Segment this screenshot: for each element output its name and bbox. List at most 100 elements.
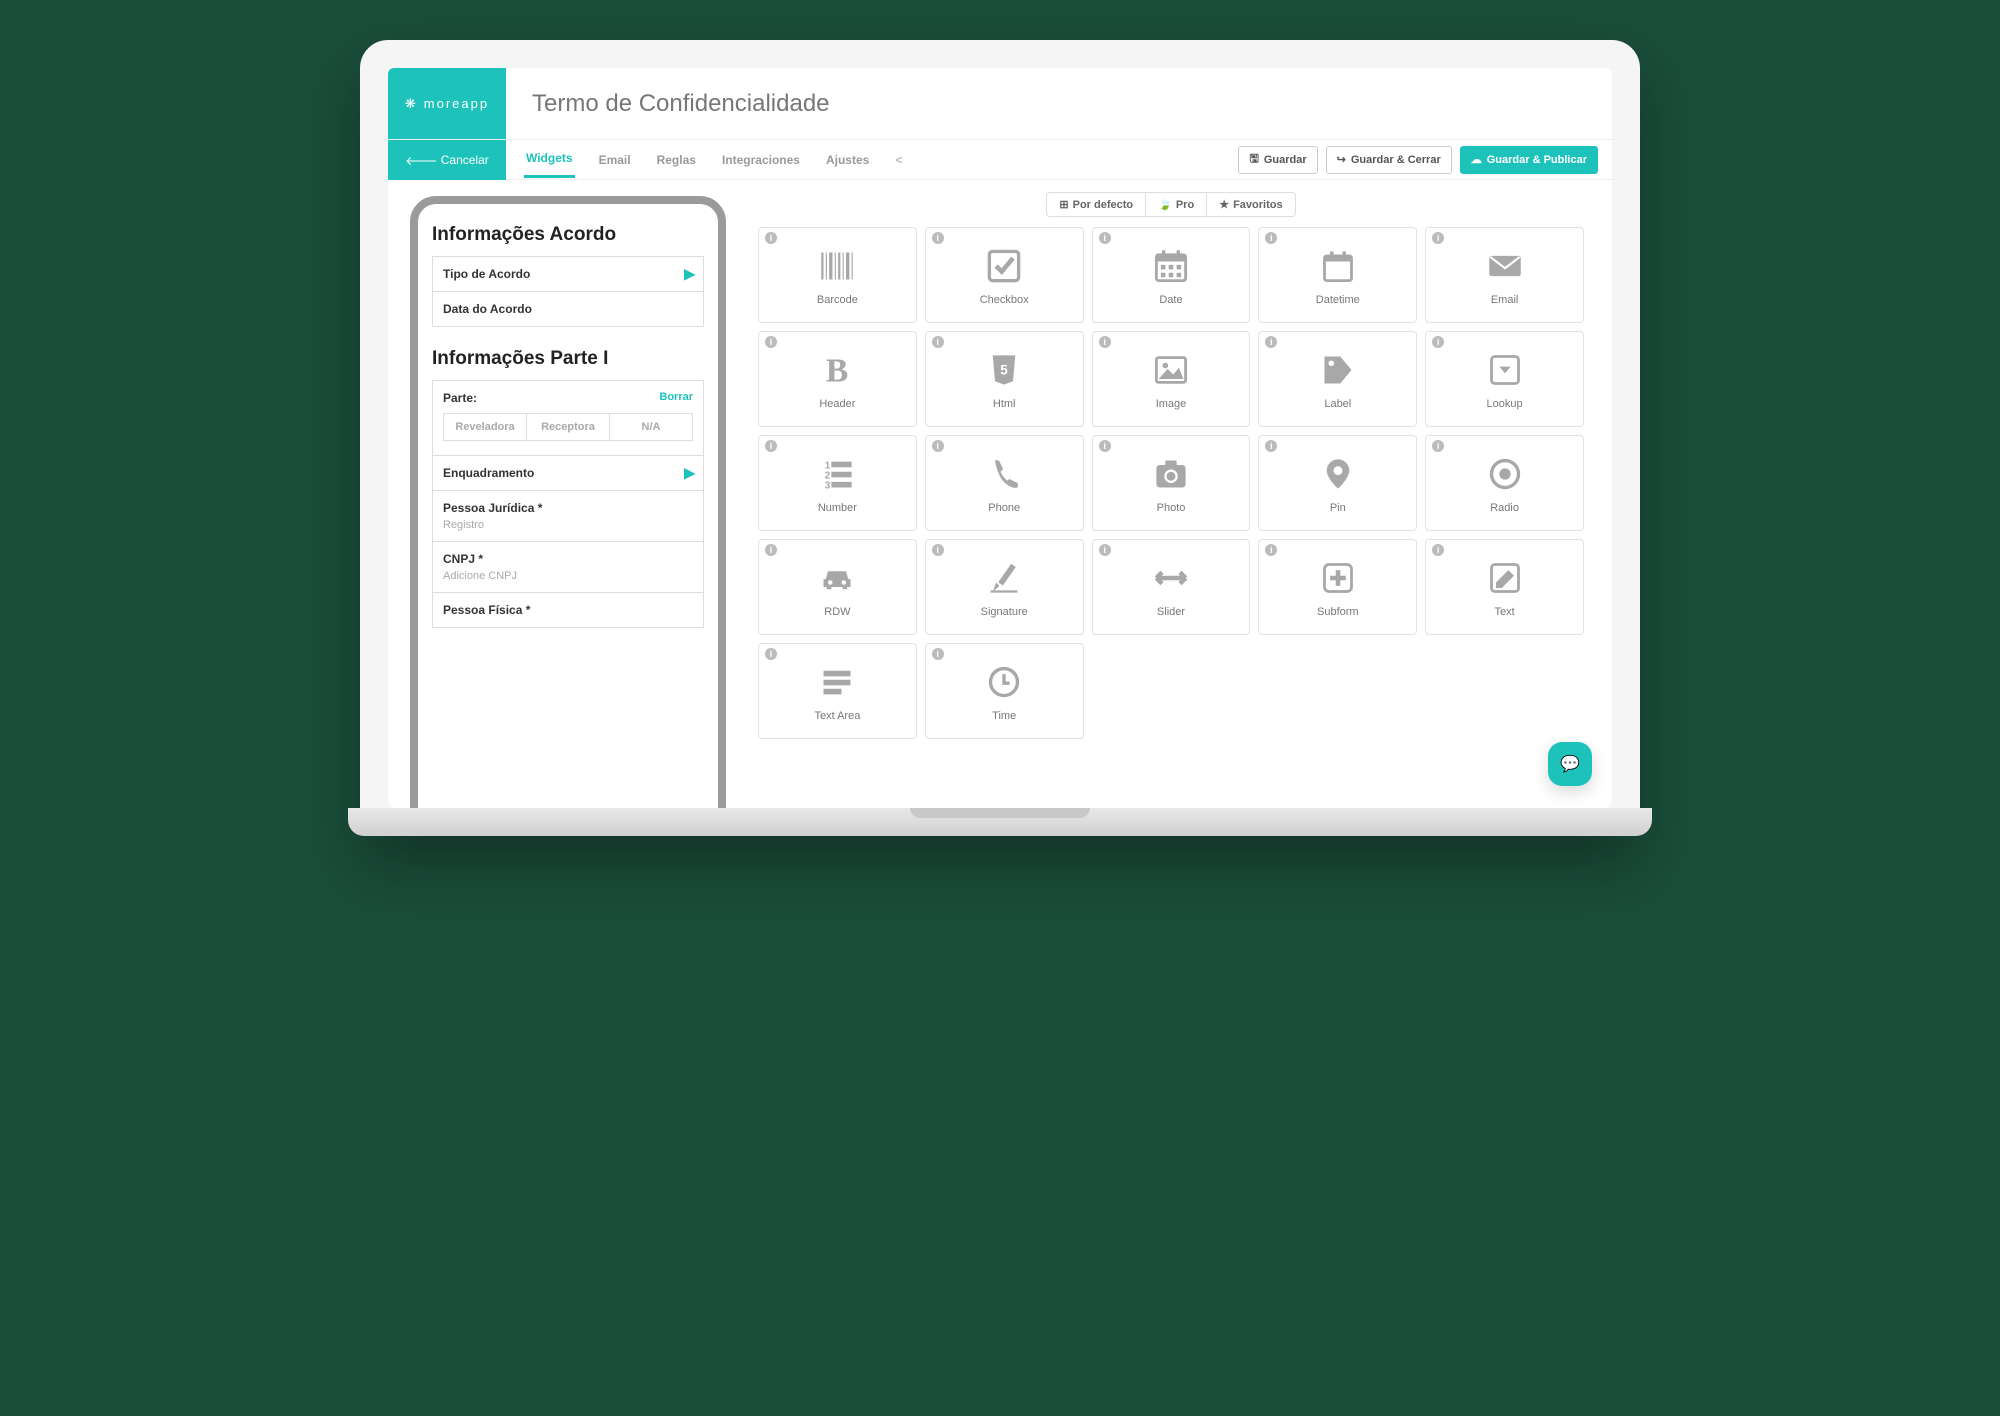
info-icon[interactable]: i: [1265, 544, 1277, 556]
widget-phone[interactable]: i Phone: [925, 435, 1084, 531]
widget-label: Text: [1495, 606, 1515, 618]
save-close-button[interactable]: ↪ Guardar & Cerrar: [1326, 146, 1452, 174]
cancel-button[interactable]: 🡐 Cancelar: [388, 140, 506, 180]
widget-label: Signature: [981, 606, 1028, 618]
widget-date[interactable]: i Date: [1092, 227, 1251, 323]
chevron-right-icon: ▶: [684, 266, 695, 283]
info-icon[interactable]: i: [1265, 336, 1277, 348]
save-button[interactable]: 🖫 Guardar: [1238, 146, 1317, 174]
filter-default[interactable]: ⊞ Por defecto: [1047, 193, 1146, 216]
info-icon[interactable]: i: [1099, 336, 1111, 348]
info-icon[interactable]: i: [1099, 440, 1111, 452]
brand-name: moreapp: [424, 96, 489, 111]
tab-widgets[interactable]: Widgets: [524, 141, 575, 178]
widget-subform[interactable]: i Subform: [1258, 539, 1417, 635]
info-icon[interactable]: i: [1265, 440, 1277, 452]
seg-na[interactable]: N/A: [610, 414, 692, 440]
tab-reglas[interactable]: Reglas: [655, 143, 698, 177]
dashboard-icon: ⊞: [1059, 198, 1068, 211]
info-icon[interactable]: i: [765, 648, 777, 660]
tab-email[interactable]: Email: [597, 143, 633, 177]
widget-textarea[interactable]: i Text Area: [758, 643, 917, 739]
widget-datetime[interactable]: i Datetime: [1258, 227, 1417, 323]
info-icon[interactable]: i: [765, 336, 777, 348]
field-pessoa-fisica-label: Pessoa Física *: [443, 603, 530, 617]
info-icon[interactable]: i: [1099, 232, 1111, 244]
text-icon: [1485, 556, 1525, 600]
widget-label: Image: [1156, 398, 1187, 410]
photo-icon: [1151, 452, 1191, 496]
info-icon[interactable]: i: [932, 232, 944, 244]
info-icon[interactable]: i: [765, 544, 777, 556]
widget-rdw[interactable]: i RDW: [758, 539, 917, 635]
section-title-acordo: Informações Acordo: [432, 224, 704, 246]
label-icon: [1318, 348, 1358, 392]
pin-icon: [1318, 452, 1358, 496]
field-tipo-acordo[interactable]: Tipo de Acordo ▶: [432, 256, 704, 292]
widget-pin[interactable]: i Pin: [1258, 435, 1417, 531]
widget-library: ⊞ Por defecto 🍃 Pro ★ Favoritos: [748, 180, 1612, 808]
field-enquadramento[interactable]: Enquadramento ▶: [432, 455, 704, 491]
widget-html[interactable]: i Html: [925, 331, 1084, 427]
widget-number[interactable]: i Number: [758, 435, 917, 531]
field-parte-label: Parte:: [443, 391, 477, 405]
logout-icon: ↪: [1337, 153, 1346, 166]
field-parte[interactable]: Parte: Borrar Reveladora Receptora N/A: [432, 380, 704, 456]
info-icon[interactable]: i: [765, 232, 777, 244]
field-enquadramento-label: Enquadramento: [443, 466, 534, 480]
widget-label[interactable]: i Label: [1258, 331, 1417, 427]
time-icon: [984, 660, 1024, 704]
widget-label: Time: [992, 710, 1016, 722]
header-icon: [817, 348, 857, 392]
tab-ajustes[interactable]: Ajustes: [824, 143, 871, 177]
widget-image[interactable]: i Image: [1092, 331, 1251, 427]
field-pessoa-juridica-label: Pessoa Jurídica *: [443, 501, 542, 515]
widget-email[interactable]: i Email: [1425, 227, 1584, 323]
widget-photo[interactable]: i Photo: [1092, 435, 1251, 531]
info-icon[interactable]: i: [932, 336, 944, 348]
widget-header[interactable]: i Header: [758, 331, 917, 427]
info-icon[interactable]: i: [1432, 544, 1444, 556]
html-icon: [984, 348, 1024, 392]
brand-logo: ❋ moreapp: [388, 68, 506, 139]
widget-text[interactable]: i Text: [1425, 539, 1584, 635]
info-icon[interactable]: i: [1432, 232, 1444, 244]
widget-label: Label: [1324, 398, 1351, 410]
widget-radio[interactable]: i Radio: [1425, 435, 1584, 531]
info-icon[interactable]: i: [1432, 336, 1444, 348]
clear-button[interactable]: Borrar: [659, 391, 693, 403]
field-cnpj-label: CNPJ *: [443, 552, 483, 566]
datetime-icon: [1318, 244, 1358, 288]
widget-barcode[interactable]: i Barcode: [758, 227, 917, 323]
tab-integraciones[interactable]: Integraciones: [720, 143, 802, 177]
widget-lookup[interactable]: i Lookup: [1425, 331, 1584, 427]
info-icon[interactable]: i: [932, 544, 944, 556]
info-icon[interactable]: i: [932, 440, 944, 452]
widget-checkbox[interactable]: i Checkbox: [925, 227, 1084, 323]
cnpj-placeholder: Adicione CNPJ: [443, 570, 693, 582]
tabs-collapse-icon[interactable]: <: [893, 143, 904, 177]
field-pessoa-fisica[interactable]: Pessoa Física *: [432, 592, 704, 628]
widget-signature[interactable]: i Signature: [925, 539, 1084, 635]
widget-label: Radio: [1490, 502, 1519, 514]
info-icon[interactable]: i: [1432, 440, 1444, 452]
widget-slider[interactable]: i Slider: [1092, 539, 1251, 635]
seg-receptora[interactable]: Receptora: [527, 414, 610, 440]
info-icon[interactable]: i: [765, 440, 777, 452]
info-icon[interactable]: i: [1099, 544, 1111, 556]
filter-pro[interactable]: 🍃 Pro: [1146, 193, 1207, 216]
chat-fab[interactable]: 💬: [1548, 742, 1592, 786]
filter-favoritos[interactable]: ★ Favoritos: [1207, 193, 1294, 216]
number-icon: [817, 452, 857, 496]
field-data-acordo[interactable]: Data do Acordo: [432, 291, 704, 327]
widget-label: Lookup: [1487, 398, 1523, 410]
widget-time[interactable]: i Time: [925, 643, 1084, 739]
image-icon: [1151, 348, 1191, 392]
field-cnpj[interactable]: CNPJ * Adicione CNPJ: [432, 541, 704, 593]
save-publish-button[interactable]: ☁ Guardar & Publicar: [1460, 146, 1598, 174]
info-icon[interactable]: i: [1265, 232, 1277, 244]
checkbox-icon: [984, 244, 1024, 288]
field-pessoa-juridica[interactable]: Pessoa Jurídica * Registro: [432, 490, 704, 542]
info-icon[interactable]: i: [932, 648, 944, 660]
seg-reveladora[interactable]: Reveladora: [444, 414, 527, 440]
